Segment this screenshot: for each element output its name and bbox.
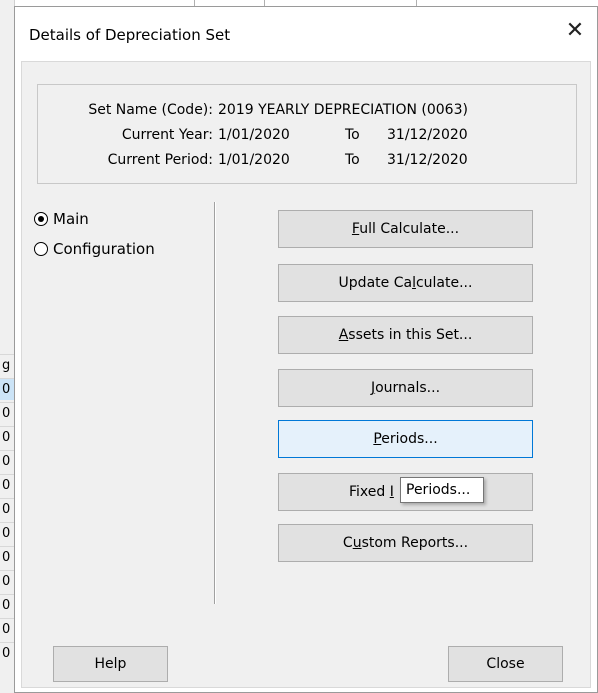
set-info-panel: Set Name (Code): 2019 YEARLY DEPRECIATIO… xyxy=(37,84,577,184)
background-grid-cell: 0 xyxy=(0,522,14,544)
background-grid-cell: 0 xyxy=(0,426,14,448)
periods-tooltip: Periods... xyxy=(400,477,484,503)
current-year-end: 31/12/2020 xyxy=(387,127,468,143)
journals-label-post: ournals... xyxy=(375,380,441,396)
screen: g000000000000 Details of Depreciation Se… xyxy=(0,0,598,693)
custom-reports-button[interactable]: Custom Reports... xyxy=(278,524,533,562)
vertical-divider xyxy=(214,202,216,604)
fixed-accel: I xyxy=(389,484,394,500)
update-calculate-label-post: culate... xyxy=(415,275,473,291)
set-name-value: 2019 YEARLY DEPRECIATION (0063) xyxy=(218,102,468,118)
background-grid-cell: 0 xyxy=(0,642,14,664)
assets-in-set-label-post: ssets in this Set... xyxy=(348,327,473,343)
background-grid-cell: 0 xyxy=(0,570,14,592)
set-name-row: Set Name (Code): 2019 YEARLY DEPRECIATIO… xyxy=(38,98,578,122)
help-button[interactable]: Help xyxy=(53,646,168,682)
full-calculate-label-post: ull Calculate... xyxy=(359,221,460,237)
fixed-label-pre: Fixed xyxy=(349,484,390,500)
radio-configuration[interactable]: Configuration xyxy=(34,238,155,260)
current-period-to: To xyxy=(345,152,360,168)
custom-reports-accel: u xyxy=(352,535,362,551)
current-period-row: Current Period: 1/01/2020 To 31/12/2020 xyxy=(38,148,578,172)
set-name-label: Set Name (Code): xyxy=(88,102,213,118)
depreciation-set-dialog: Details of Depreciation Set ✕ Set Name (… xyxy=(14,6,598,693)
background-grid-cell: 0 xyxy=(0,378,14,400)
update-calculate-button[interactable]: Update Calculate... xyxy=(278,264,533,302)
radio-main[interactable]: Main xyxy=(34,208,89,230)
radio-main-label: Main xyxy=(53,210,89,228)
current-period-end: 31/12/2020 xyxy=(387,152,468,168)
background-grid-cell: 0 xyxy=(0,474,14,496)
current-year-label: Current Year: xyxy=(121,127,213,143)
dialog-title: Details of Depreciation Set xyxy=(29,26,231,44)
custom-reports-label-pre: C xyxy=(342,535,353,551)
radio-main-indicator[interactable] xyxy=(34,212,48,226)
background-grid-column: g000000000000 xyxy=(0,0,15,693)
custom-reports-label-post: stom Reports... xyxy=(361,535,469,551)
dialog-body: Set Name (Code): 2019 YEARLY DEPRECIATIO… xyxy=(21,61,591,688)
radio-configuration-indicator[interactable] xyxy=(34,242,48,256)
current-year-row: Current Year: 1/01/2020 To 31/12/2020 xyxy=(38,123,578,147)
current-period-label: Current Period: xyxy=(107,152,213,168)
view-radio-group: Main Configuration xyxy=(34,208,209,288)
radio-configuration-label: Configuration xyxy=(53,240,155,258)
current-period-start: 1/01/2020 xyxy=(218,152,290,168)
update-calculate-label-pre: Update Ca xyxy=(338,275,413,291)
close-button[interactable]: Close xyxy=(448,646,563,682)
periods-label-post: eriods... xyxy=(381,431,438,447)
current-year-to: To xyxy=(345,127,360,143)
title-bar: Details of Depreciation Set ✕ xyxy=(15,7,597,59)
current-year-start: 1/01/2020 xyxy=(218,127,290,143)
background-grid-cell: 0 xyxy=(0,450,14,472)
journals-button[interactable]: Journals... xyxy=(278,369,533,407)
background-grid-cell: 0 xyxy=(0,546,14,568)
background-grid-cell: 0 xyxy=(0,402,14,424)
full-calculate-button[interactable]: Full Calculate... xyxy=(278,210,533,248)
close-icon[interactable]: ✕ xyxy=(561,17,589,45)
background-grid-cell: 0 xyxy=(0,594,14,616)
assets-in-set-button[interactable]: Assets in this Set... xyxy=(278,316,533,354)
background-grid-cell: g xyxy=(0,354,14,376)
background-grid-cell: 0 xyxy=(0,498,14,520)
background-grid-cell: 0 xyxy=(0,618,14,640)
periods-button[interactable]: Periods... xyxy=(278,420,533,458)
assets-in-set-accel: A xyxy=(338,327,349,343)
